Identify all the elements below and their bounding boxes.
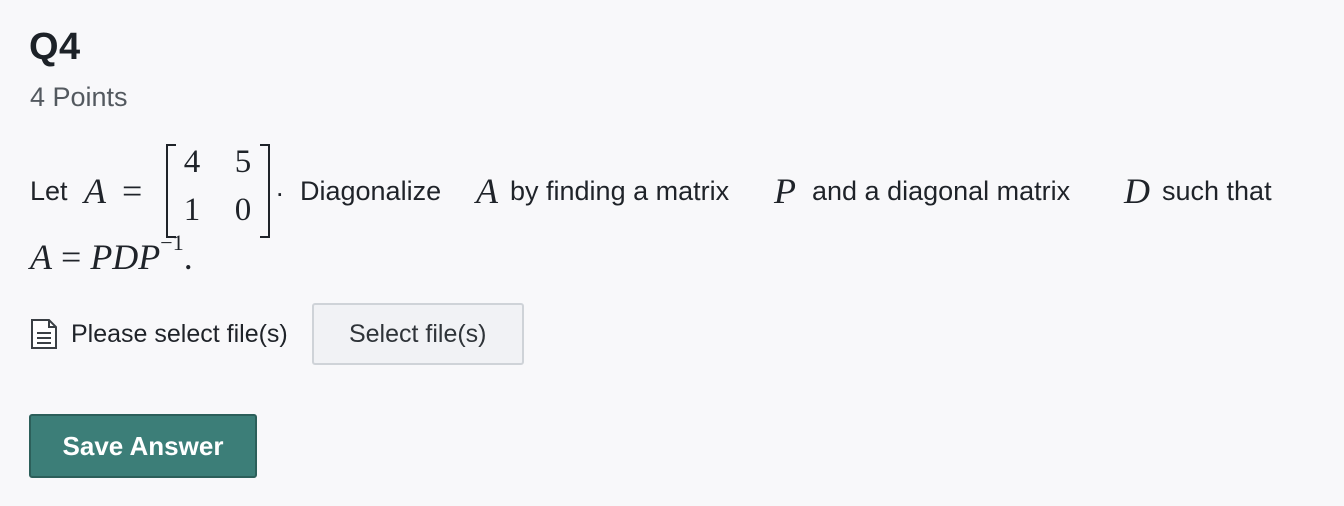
question-points: 4 Points bbox=[30, 82, 128, 112]
diagonalize-text: Diagonalize bbox=[300, 176, 442, 206]
matrix-cell: 4 bbox=[183, 144, 201, 180]
let-text: Let bbox=[30, 176, 68, 206]
eq-exponent: −1 bbox=[160, 230, 184, 255]
matrix-cell: 5 bbox=[234, 144, 252, 180]
var-a: A bbox=[84, 171, 106, 211]
matrix-cell: 0 bbox=[234, 192, 252, 228]
file-upload-row: Please select file(s) Select file(s) bbox=[27, 302, 524, 366]
and-diagonal-text: and a diagonal matrix bbox=[812, 176, 1071, 206]
eq-equals: = bbox=[61, 237, 82, 277]
question-title: Q4 bbox=[29, 26, 81, 68]
save-answer-button[interactable]: Save Answer bbox=[29, 414, 257, 478]
var-p: P bbox=[774, 171, 796, 211]
equation-line: A = PDP−1. bbox=[30, 230, 193, 278]
left-bracket bbox=[166, 144, 176, 238]
var-a-2: A bbox=[476, 171, 498, 211]
equals-sign: = bbox=[122, 171, 143, 211]
eq-lhs: A bbox=[30, 237, 52, 277]
matrix-cell: 1 bbox=[183, 192, 201, 228]
eq-rhs: PDP bbox=[90, 237, 161, 277]
upload-label: Please select file(s) bbox=[71, 319, 288, 348]
such-that-text: such that bbox=[1162, 176, 1272, 206]
document-icon bbox=[27, 317, 61, 351]
matrix-a: 4 5 1 0 bbox=[166, 142, 270, 238]
right-bracket bbox=[260, 144, 270, 238]
select-files-button[interactable]: Select file(s) bbox=[311, 303, 524, 365]
by-finding-text: by finding a matrix bbox=[510, 176, 730, 206]
var-d: D bbox=[1124, 171, 1150, 211]
period: . bbox=[276, 172, 284, 202]
question-line-1: Let A = 4 5 1 0 . Diagonalize A by findi… bbox=[30, 142, 1330, 240]
eq-end: . bbox=[183, 237, 193, 277]
question-body: Let A = 4 5 1 0 . Diagonalize A by findi… bbox=[30, 142, 1330, 277]
